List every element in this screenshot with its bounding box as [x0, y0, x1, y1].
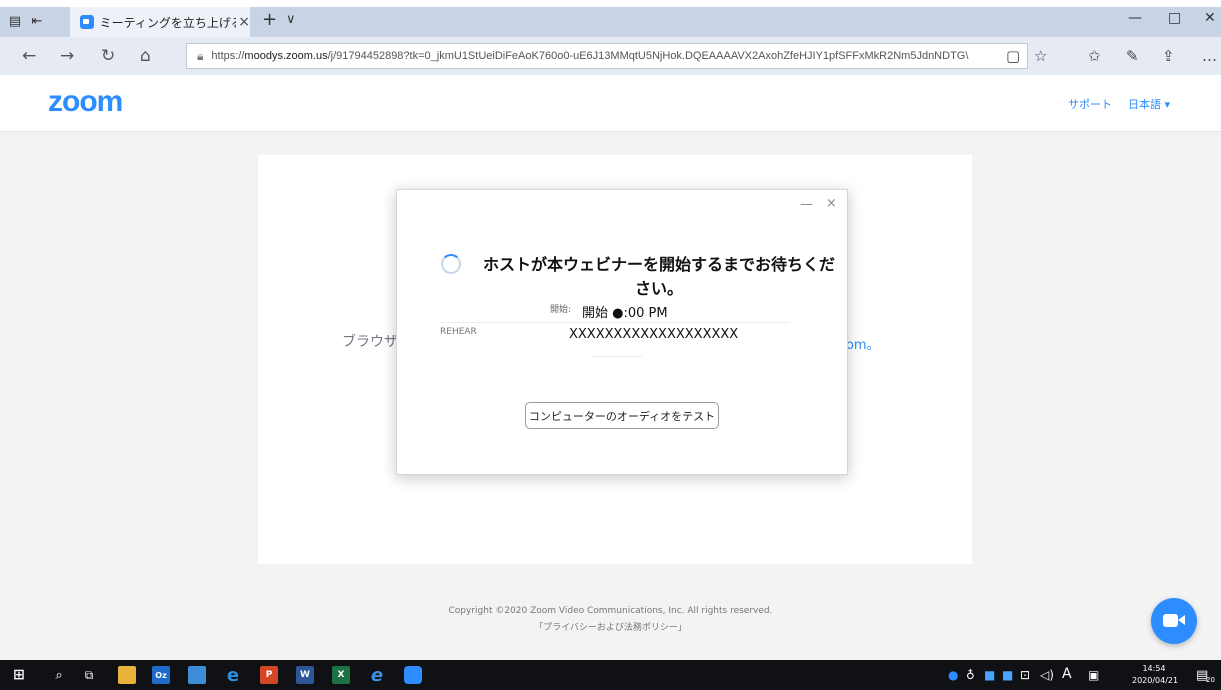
search-icon[interactable]: ⌕ [50, 666, 68, 684]
browser-tab-active[interactable]: ミーティングを立ち上げる - Z × [70, 7, 250, 37]
share-icon[interactable]: ⇪ [1162, 47, 1175, 65]
privacy-link[interactable]: 「プライバシーおよび法務ポリシー」 [0, 620, 1221, 633]
language-selector[interactable]: 日本語 ▾ [1128, 96, 1170, 112]
tab-menu-chevron-icon[interactable]: ∨ [286, 12, 296, 27]
word-icon[interactable]: W [296, 666, 314, 684]
more-menu-icon[interactable]: … [1202, 47, 1217, 65]
loading-spinner-icon [441, 254, 461, 274]
windows-taskbar [0, 660, 1221, 690]
rehearsal-label: REHEAR [440, 327, 477, 337]
app-tray-icon[interactable]: ■ [1002, 668, 1013, 682]
divider-short [592, 356, 642, 357]
lock-icon: 🔒︎ [197, 48, 204, 63]
web-note-pen-icon[interactable]: ✎ [1126, 47, 1139, 65]
waiting-message: ホストが本ウェビナーを開始するまでお待ちください。 [482, 255, 835, 298]
background-text: ブラウザ [342, 334, 398, 350]
excel-icon[interactable]: X [332, 666, 350, 684]
dialog-close-icon[interactable]: × [826, 196, 837, 211]
new-tab-icon[interactable]: + [262, 9, 277, 30]
clock-date: 2020/04/21 [1132, 676, 1179, 685]
zoom-logo[interactable]: zoom [48, 85, 123, 119]
dialog-minimize-icon[interactable]: — [800, 197, 813, 212]
powerpoint-icon[interactable]: P [260, 666, 278, 684]
close-window-icon[interactable]: ✕ [1204, 10, 1216, 26]
network-icon[interactable]: ⊡ [1020, 668, 1030, 682]
people-tray-icon[interactable]: ♁ [966, 668, 975, 682]
outlook-icon[interactable]: Oz [152, 666, 170, 684]
start-label: 開始: [550, 305, 572, 315]
address-bar[interactable]: 🔒︎ https://moodys.zoom.us/j/91794452898?… [186, 43, 1028, 69]
back-arrow-icon[interactable]: ← [22, 46, 36, 66]
test-computer-audio-button[interactable]: コンピューターのオーディオをテスト [525, 402, 719, 429]
taskbar-clock[interactable]: 14:54 2020/04/21 [1132, 663, 1179, 687]
internet-explorer-icon[interactable]: e [368, 665, 386, 686]
favorite-star-icon[interactable]: ☆ [1034, 47, 1047, 65]
zoom-header [0, 75, 1221, 132]
reading-view-icon[interactable]: ▢ [1006, 47, 1020, 65]
tabs-aside-icon[interactable]: ▤ [6, 13, 24, 29]
refresh-icon[interactable]: ↻ [101, 46, 115, 66]
divider [440, 322, 790, 323]
forward-arrow-icon[interactable]: → [60, 46, 74, 66]
zoom-tray-icon[interactable]: ● [948, 668, 958, 682]
start-windows-icon[interactable]: ⊞ [10, 666, 28, 684]
task-view-icon[interactable]: ⧉ [80, 666, 98, 684]
tab-title: ミーティングを立ち上げる - Z [99, 15, 237, 30]
volume-icon[interactable]: ◁) [1040, 668, 1054, 682]
input-mode-icon[interactable]: ▣ [1088, 668, 1099, 682]
set-tabs-aside-icon[interactable]: ⇤ [28, 13, 46, 29]
minimize-window-icon[interactable]: — [1128, 10, 1142, 26]
favorites-hub-icon[interactable]: ✩ [1088, 47, 1101, 65]
edge-browser-icon[interactable]: e [224, 665, 242, 686]
file-explorer-icon[interactable] [118, 666, 136, 684]
start-time: 開始 ●:00 PM [582, 306, 668, 321]
outlook-tray-icon[interactable]: ■ [984, 668, 995, 682]
video-camera-lens-icon [1178, 615, 1185, 625]
ime-indicator[interactable]: A [1062, 666, 1072, 682]
tab-close-icon[interactable]: × [238, 14, 250, 30]
notification-count: 20 [1206, 676, 1215, 684]
video-camera-icon [1163, 614, 1178, 627]
home-icon[interactable]: ⌂ [140, 46, 151, 66]
support-link[interactable]: サポート [1068, 96, 1112, 112]
zoom-launch-button[interactable] [1151, 598, 1197, 644]
zoom-favicon-icon [80, 15, 94, 29]
webinar-name: XXXXXXXXXXXXXXXXXXX [569, 327, 739, 342]
onenote-notes-icon[interactable] [188, 666, 206, 684]
maximize-window-icon[interactable]: □ [1168, 10, 1181, 26]
clock-time: 14:54 [1142, 664, 1166, 673]
copyright-text: Copyright ©2020 Zoom Video Communication… [448, 606, 773, 616]
url-text: https://moodys.zoom.us/j/91794452898?tk=… [211, 50, 969, 62]
zoom-app-icon[interactable] [404, 666, 422, 684]
